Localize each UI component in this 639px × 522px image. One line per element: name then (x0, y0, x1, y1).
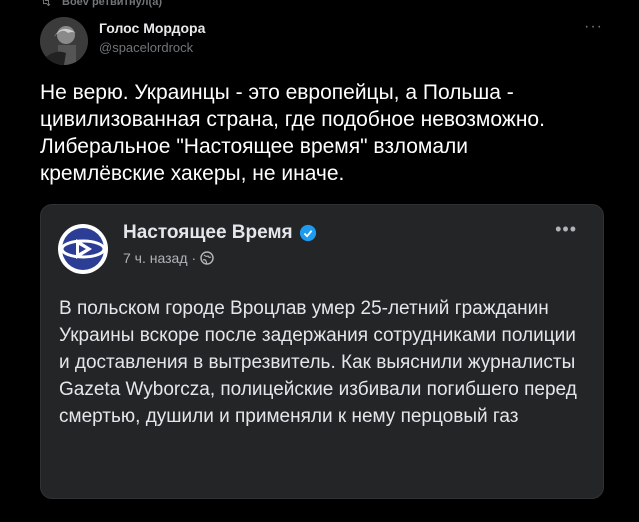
avatar[interactable] (40, 17, 88, 65)
author-name[interactable]: Голос Мордора (99, 19, 205, 37)
verified-icon (299, 224, 316, 242)
retweet-icon (42, 0, 51, 7)
embed-more-icon: ••• (555, 219, 577, 239)
more-icon[interactable]: ··· (584, 18, 603, 36)
post-time: 7 ч. назад (123, 250, 188, 266)
tweet-text: Не верю. Украинцы - это европейцы, а Пол… (40, 81, 545, 185)
embedded-screenshot[interactable]: Настоящее Время 7 ч. назад · ••• В польс… (40, 204, 604, 499)
logo-icon (58, 224, 108, 274)
author-handle[interactable]: @spacelordrock (99, 39, 205, 57)
retweet-label[interactable]: Boev ретвитнул(а) (62, 0, 162, 8)
author-block: Голос Мордора @spacelordrock (99, 19, 205, 57)
globe-icon (200, 251, 214, 265)
page-name: Настоящее Время (123, 222, 293, 243)
meta-separator: · (191, 250, 197, 266)
retweet-indicator: Boev ретвитнул(а) (40, 0, 162, 9)
embed-body-text: В польском городе Вроцлав умер 25-летний… (59, 298, 577, 427)
